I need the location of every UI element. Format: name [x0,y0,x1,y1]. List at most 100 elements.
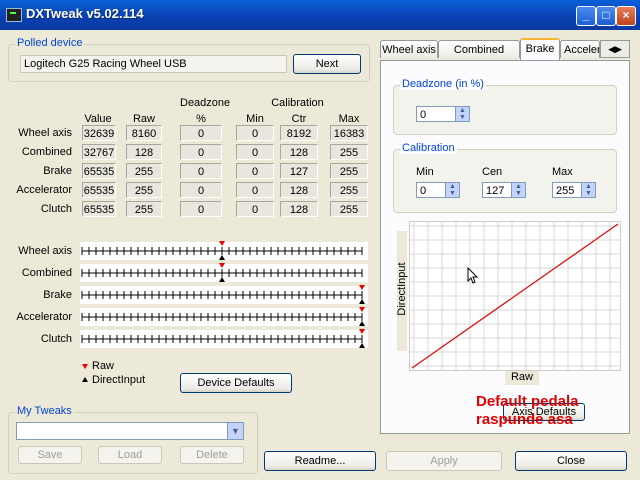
maximize-button[interactable]: □ [596,6,616,26]
deadzone-spinner[interactable]: 0 ▲ ▼ [416,106,470,122]
raw-position-marker [359,307,365,312]
deadzone-group-label: Deadzone (in %) [400,78,486,90]
min-cell: 0 [236,125,274,141]
raw-marker-icon [82,364,88,369]
table-row-label: Accelerator [16,184,72,196]
polled-device-field: Logitech G25 Racing Wheel USB [20,55,287,73]
title-bar[interactable]: DXTweak v5.02.114 _ □ × [0,0,640,30]
minimize-button[interactable]: _ [576,6,596,26]
ctr-column-header: Ctr [291,113,307,125]
axis-bar-label: Brake [43,289,72,301]
chevron-down-icon[interactable]: ▼ [227,423,243,439]
percent-column-header: % [196,113,206,125]
value-column-header: Value [84,113,112,125]
calibration-group: Calibration Min Cen Max 0 ▲ ▼ 127 ▲ ▼ 255 … [393,142,617,213]
value-cell: 65535 [82,163,116,179]
raw-cell: 255 [126,163,162,179]
directinput-position-marker [359,321,365,326]
deadzone-header: Deadzone [180,97,231,109]
min-cell: 0 [236,182,274,198]
annotation-line-1: Default pedala [476,393,579,410]
dxtweak-window: DXTweak v5.02.114 _ □ × Polled device Lo… [0,0,640,480]
chevron-right-icon[interactable]: ▶ [615,44,622,54]
deadzone-cell: 0 [180,144,222,160]
min-spinner[interactable]: 0 ▲ ▼ [416,182,460,198]
polled-device-label: Polled device [15,37,85,49]
graph-ylabel: DirectInput [396,262,408,316]
min-value: 0 [420,185,427,197]
directinput-position-marker [219,255,225,260]
deadzone-cell: 0 [180,201,222,217]
graph-xlabel: Raw [505,371,539,385]
table-row-label: Combined [21,146,72,158]
response-graph [409,221,621,371]
spinner-arrows-icon[interactable]: ▲ ▼ [511,183,525,197]
deadzone-cell: 0 [180,163,222,179]
device-defaults-button[interactable]: Device Defaults [180,373,292,393]
min-label: Min [416,166,434,178]
tab-combined-pedals[interactable]: Combined pedals [438,40,520,74]
max-column-header: Max [338,113,360,125]
axis-bar-label: Accelerator [16,311,72,323]
legend-raw-label: Raw [92,360,115,372]
tab-wheel-axis[interactable]: Wheel axis [380,40,438,58]
value-cell: 32767 [82,144,116,160]
deadzone-group: Deadzone (in %) 0 ▲ ▼ [393,78,617,135]
ctr-cell: 128 [280,182,318,198]
raw-cell: 8160 [126,125,162,141]
value-cell: 65535 [82,201,116,217]
max-spinner[interactable]: 255 ▲ ▼ [552,182,596,198]
spinner-arrows-icon[interactable]: ▲ ▼ [445,183,459,197]
min-column-header: Min [246,113,264,125]
raw-cell: 255 [126,201,162,217]
max-cell: 16383 [330,125,368,141]
axis-bar-label: Combined [21,267,72,279]
max-cell: 255 [330,201,368,217]
apply-button[interactable]: Apply [386,451,502,471]
raw-position-marker [219,241,225,246]
load-button[interactable]: Load [98,446,162,464]
spinner-arrows-icon[interactable]: ▲ ▼ [455,107,469,121]
calibration-header: Calibration [271,97,324,109]
legend-directinput-label: DirectInput [92,374,146,386]
response-graph-plot [410,222,620,370]
calibration-group-label: Calibration [400,142,457,154]
axis-bar-track [80,330,368,348]
min-cell: 0 [236,144,274,160]
readme-button[interactable]: Readme... [264,451,376,471]
brake-tab-panel: Deadzone (in %) 0 ▲ ▼ Calibration Min Cen… [380,60,630,434]
chevron-left-icon[interactable]: ◀ [608,44,615,54]
cen-spinner[interactable]: 127 ▲ ▼ [482,182,526,198]
annotation-line-2: raspunde asa [476,411,573,428]
ctr-cell: 128 [280,201,318,217]
next-button[interactable]: Next [293,54,361,74]
cen-value: 127 [486,185,505,197]
max-cell: 255 [330,163,368,179]
delete-button[interactable]: Delete [180,446,244,464]
window-title: DXTweak v5.02.114 [26,6,144,21]
axis-bar-track [80,308,368,326]
deadzone-cell: 0 [180,182,222,198]
max-cell: 255 [330,182,368,198]
save-button[interactable]: Save [18,446,82,464]
max-value: 255 [556,185,575,197]
directinput-position-marker [359,343,365,348]
min-cell: 0 [236,163,274,179]
ctr-cell: 127 [280,163,318,179]
close-button[interactable]: Close [515,451,627,471]
my-tweaks-label: My Tweaks [15,405,74,417]
spinner-arrows-icon[interactable]: ▲ ▼ [581,183,595,197]
close-window-button[interactable]: × [616,6,636,26]
tweaks-dropdown[interactable]: ▼ [16,422,244,440]
raw-position-marker [219,263,225,268]
tab-brake[interactable]: Brake [520,38,560,60]
directinput-position-marker [219,277,225,282]
ctr-cell: 128 [280,144,318,160]
axis-bar-track [80,286,368,304]
value-cell: 32639 [82,125,116,141]
tab-scroll-arrows[interactable]: ◀▶ [600,40,630,58]
raw-position-marker [359,329,365,334]
raw-cell: 128 [126,144,162,160]
table-row-label: Clutch [40,203,72,215]
tab-accelerator[interactable]: Acceler [560,40,600,58]
